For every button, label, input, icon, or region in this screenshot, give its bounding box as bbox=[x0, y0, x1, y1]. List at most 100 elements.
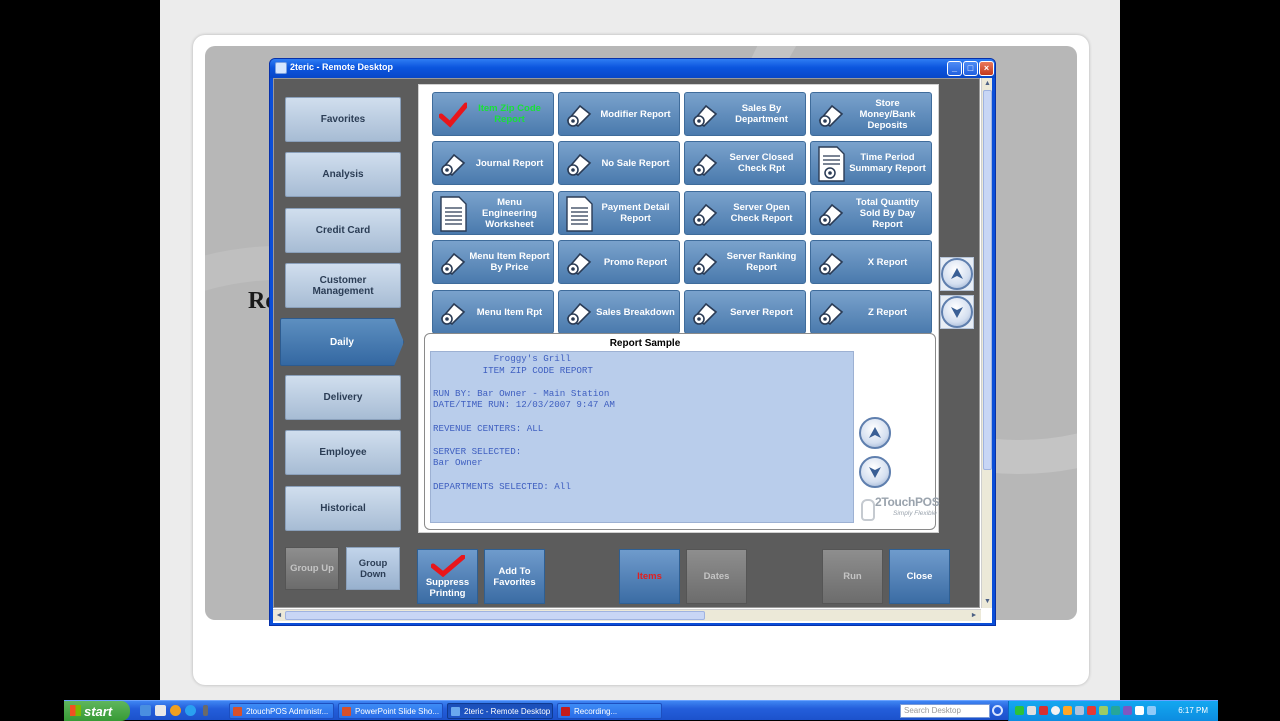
horizontal-scrollbar[interactable]: ◄ ► bbox=[273, 609, 981, 621]
quicklaunch-media-icon[interactable] bbox=[170, 705, 181, 716]
sidebar-item-employee[interactable]: Employee bbox=[285, 430, 401, 475]
close-button[interactable]: Close bbox=[889, 549, 950, 604]
quicklaunch-desktop-icon[interactable] bbox=[140, 705, 151, 716]
task-app-icon bbox=[233, 707, 242, 716]
taskbar-task[interactable]: 2touchPOS Administr... bbox=[229, 703, 334, 719]
button-label: Close bbox=[906, 571, 933, 582]
report-button-menu-engineering-worksheet[interactable]: Menu Engineering Worksheet bbox=[432, 191, 554, 235]
minimize-button[interactable]: _ bbox=[947, 61, 962, 76]
report-sample-title: Report Sample bbox=[609, 338, 681, 349]
remote-desktop-window: 2teric - Remote Desktop _ □ × Favorites … bbox=[269, 58, 996, 626]
sidebar-item-historical[interactable]: Historical bbox=[285, 486, 401, 531]
tray-av-icon[interactable] bbox=[1123, 706, 1132, 715]
report-button-sales-by-department[interactable]: Sales By Department bbox=[684, 92, 806, 136]
horizontal-scroll-thumb[interactable] bbox=[285, 611, 705, 620]
maximize-button[interactable]: □ bbox=[963, 61, 978, 76]
search-icon[interactable] bbox=[992, 705, 1003, 716]
report-button-label: Sales By Department bbox=[735, 103, 788, 125]
arrow-up-icon bbox=[951, 268, 963, 279]
sidebar-item-delivery[interactable]: Delivery bbox=[285, 375, 401, 420]
report-button-time-period-summary-report[interactable]: Time Period Summary Report bbox=[810, 141, 932, 185]
report-button-server-ranking-report[interactable]: Server Ranking Report bbox=[684, 240, 806, 284]
report-button-label: No Sale Report bbox=[601, 157, 670, 169]
dates-button[interactable]: Dates bbox=[686, 549, 747, 604]
paper-roll-icon bbox=[439, 300, 467, 326]
sample-scroll-up-button[interactable] bbox=[859, 417, 891, 449]
window-titlebar[interactable]: 2teric - Remote Desktop _ □ × bbox=[270, 59, 995, 78]
report-button-payment-detail-report[interactable]: Payment Detail Report bbox=[558, 191, 680, 235]
close-window-button[interactable]: × bbox=[979, 61, 994, 76]
report-button-server-report[interactable]: Server Report bbox=[684, 290, 806, 334]
quicklaunch-tools-icon[interactable] bbox=[155, 705, 166, 716]
report-button-modifier-report[interactable]: Modifier Report bbox=[558, 92, 680, 136]
add-to-favorites-button[interactable]: Add To Favorites bbox=[484, 549, 545, 604]
group-up-button[interactable]: Group Up bbox=[285, 547, 339, 590]
start-button[interactable]: start bbox=[64, 701, 130, 721]
tray-vpn-icon[interactable] bbox=[1111, 706, 1120, 715]
sample-scroll-down-button[interactable] bbox=[859, 456, 891, 488]
vertical-scroll-thumb[interactable] bbox=[983, 90, 992, 470]
tray-security-icon[interactable] bbox=[1087, 706, 1096, 715]
taskbar-task[interactable]: PowerPoint Slide Sho... bbox=[338, 703, 443, 719]
task-app-icon bbox=[342, 707, 351, 716]
report-button-server-closed-check-rpt[interactable]: Server Closed Check Rpt bbox=[684, 141, 806, 185]
run-button[interactable]: Run bbox=[822, 549, 883, 604]
vertical-scrollbar[interactable]: ▲ ▼ bbox=[981, 78, 992, 608]
report-button-store-money-bank-deposits[interactable]: Store Money/Bank Deposits bbox=[810, 92, 932, 136]
report-button-journal-report[interactable]: Journal Report bbox=[432, 141, 554, 185]
items-button[interactable]: Items bbox=[619, 549, 680, 604]
windows-flag-icon bbox=[70, 705, 81, 716]
report-button-promo-report[interactable]: Promo Report bbox=[558, 240, 680, 284]
report-button-menu-item-rpt[interactable]: Menu Item Rpt bbox=[432, 290, 554, 334]
sidebar-item-credit-card[interactable]: Credit Card bbox=[285, 208, 401, 253]
report-button-label: Promo Report bbox=[603, 256, 668, 268]
report-button-no-sale-report[interactable]: No Sale Report bbox=[558, 141, 680, 185]
sidebar-item-customer-management[interactable]: Customer Management bbox=[285, 263, 401, 308]
paper-roll-icon bbox=[691, 300, 719, 326]
document-roll-icon bbox=[817, 146, 845, 182]
quicklaunch-chevron-icon[interactable] bbox=[203, 705, 208, 716]
report-scroll-down-button[interactable] bbox=[941, 296, 973, 328]
sidebar-item-label: Daily bbox=[330, 336, 354, 348]
taskbar-task[interactable]: 2teric - Remote Desktop bbox=[447, 703, 553, 719]
report-button-sales-breakdown[interactable]: Sales Breakdown bbox=[558, 290, 680, 334]
tray-network-icon[interactable] bbox=[1015, 706, 1024, 715]
report-button-server-open-check-report[interactable]: Server Open Check Report bbox=[684, 191, 806, 235]
document-icon bbox=[565, 196, 593, 232]
desktop-search-input[interactable]: Search Desktop bbox=[900, 704, 990, 718]
report-button-menu-item-report-by-price[interactable]: Menu Item Report By Price bbox=[432, 240, 554, 284]
tray-star-icon[interactable] bbox=[1063, 706, 1072, 715]
tray-settings-icon[interactable] bbox=[1075, 706, 1084, 715]
sidebar-item-daily[interactable]: Daily bbox=[280, 318, 404, 366]
tray-volume-icon[interactable] bbox=[1135, 706, 1144, 715]
report-button-label: Menu Engineering Worksheet bbox=[482, 196, 537, 230]
system-tray: 6:17 PM bbox=[1008, 701, 1218, 721]
tray-wifi-icon[interactable] bbox=[1147, 706, 1156, 715]
taskbar-task[interactable]: Recording... bbox=[557, 703, 662, 719]
tray-ati-icon[interactable] bbox=[1039, 706, 1048, 715]
tray-chat-icon[interactable] bbox=[1099, 706, 1108, 715]
paper-roll-icon bbox=[565, 250, 593, 276]
button-label: Suppress Printing bbox=[425, 576, 470, 599]
report-button-x-report[interactable]: X Report bbox=[810, 240, 932, 284]
report-scroll-up-button[interactable] bbox=[941, 258, 973, 290]
scroll-right-arrow-icon[interactable]: ► bbox=[969, 611, 979, 620]
group-down-button[interactable]: Group Down bbox=[346, 547, 400, 590]
suppress-printing-button[interactable]: Suppress Printing bbox=[417, 549, 478, 604]
suppress-printing-content: Suppress Printing bbox=[418, 554, 477, 599]
scroll-down-arrow-icon[interactable]: ▼ bbox=[983, 597, 992, 607]
report-button-total-quantity-sold-by-day-report[interactable]: Total Quantity Sold By Day Report bbox=[810, 191, 932, 235]
tray-update-icon[interactable] bbox=[1051, 706, 1060, 715]
task-label: PowerPoint Slide Sho... bbox=[355, 706, 440, 716]
sidebar-item-analysis[interactable]: Analysis bbox=[285, 152, 401, 197]
red-check-icon bbox=[430, 554, 465, 577]
report-button-label: Menu Item Rpt bbox=[476, 306, 543, 318]
sidebar-item-favorites[interactable]: Favorites bbox=[285, 97, 401, 142]
button-label: Group Down bbox=[358, 557, 388, 580]
scroll-up-arrow-icon[interactable]: ▲ bbox=[983, 79, 992, 89]
scroll-left-arrow-icon[interactable]: ◄ bbox=[274, 611, 284, 620]
tray-display-icon[interactable] bbox=[1027, 706, 1036, 715]
report-button-z-report[interactable]: Z Report bbox=[810, 290, 932, 334]
report-button-item-zip-code-report[interactable]: Item Zip Code Report bbox=[432, 92, 554, 136]
quicklaunch-browser-icon[interactable] bbox=[185, 705, 196, 716]
